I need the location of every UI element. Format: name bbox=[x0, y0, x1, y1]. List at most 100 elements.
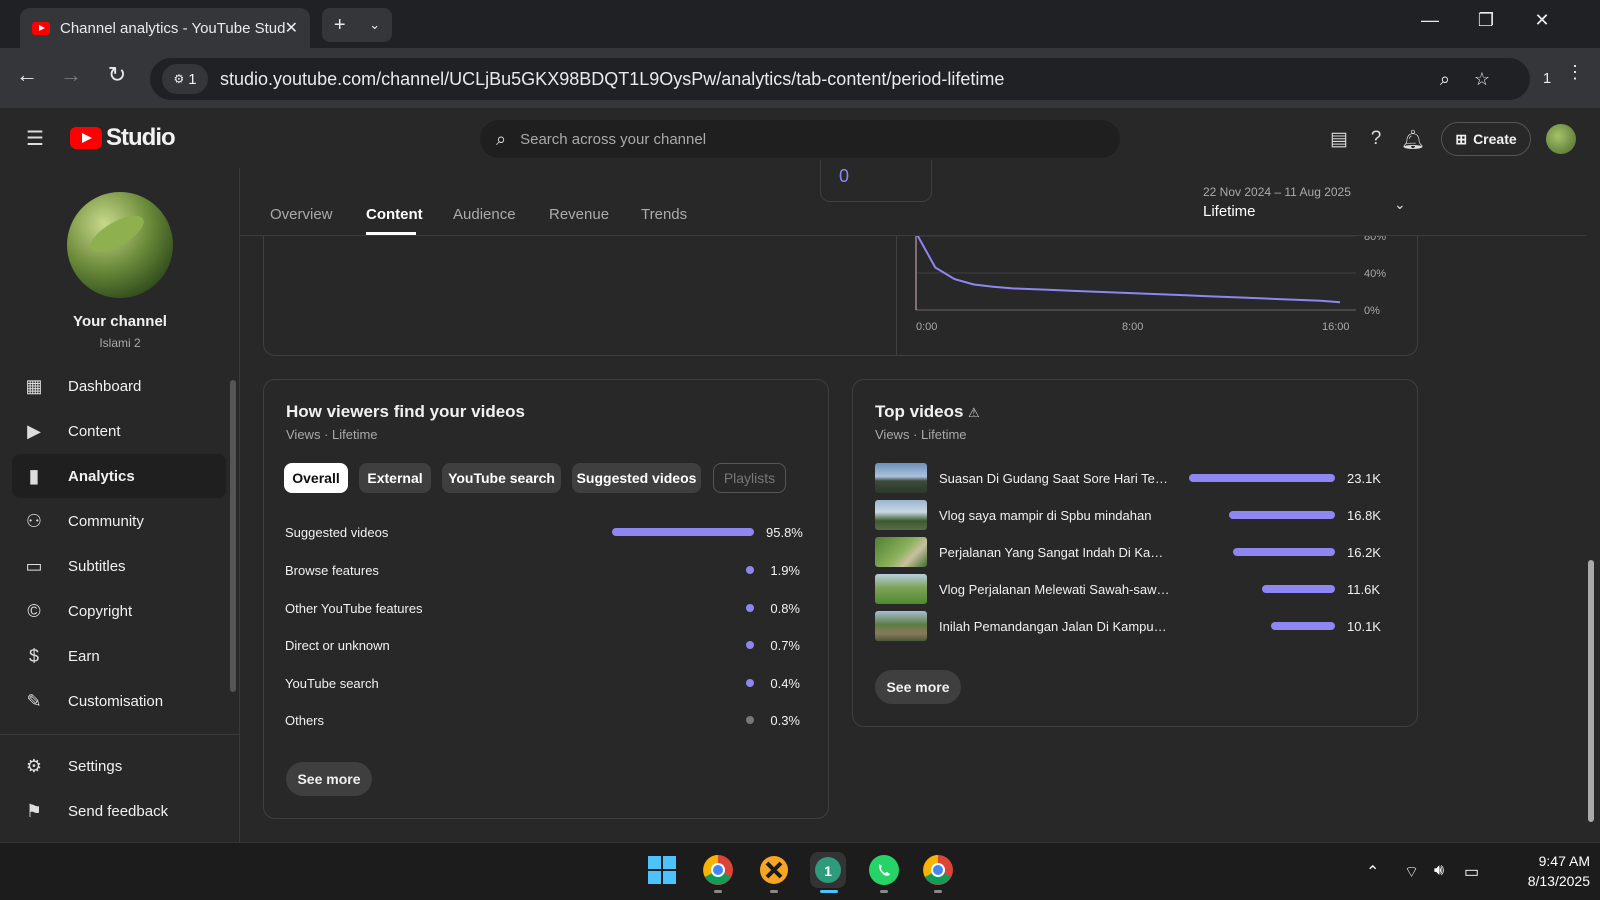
date-range-text: 22 Nov 2024 – 11 Aug 2025 bbox=[1203, 185, 1351, 199]
reload-icon[interactable]: ↻ bbox=[102, 62, 132, 88]
active-app-icon[interactable]: 1 bbox=[810, 852, 846, 888]
battery-icon[interactable]: ▭ bbox=[1464, 862, 1479, 882]
address-bar[interactable]: ⚙ 1 studio.youtube.com/channel/UCLjBu5GK… bbox=[150, 58, 1530, 100]
minimize-icon[interactable]: — bbox=[1410, 10, 1450, 31]
warning-icon[interactable]: ⚠ bbox=[968, 405, 980, 421]
chip-external[interactable]: External bbox=[359, 463, 431, 493]
video-bar-wrap bbox=[1171, 511, 1335, 519]
y-tick-40: 40% bbox=[1364, 268, 1386, 280]
sidebar-item-earn[interactable]: $ Earn bbox=[12, 634, 226, 678]
traffic-row[interactable]: YouTube search 0.4% bbox=[285, 673, 800, 693]
top-video-row[interactable]: Suasan Di Gudang Saat Sore Hari Terasa .… bbox=[875, 463, 1389, 493]
video-title: Inilah Pemandangan Jalan Di Kampung ... bbox=[939, 618, 1171, 634]
sidebar-scrollbar[interactable] bbox=[230, 380, 236, 692]
video-thumbnail bbox=[875, 574, 927, 604]
browser-menu-icon[interactable]: ⋮ bbox=[1560, 62, 1590, 83]
chrome-icon[interactable] bbox=[700, 852, 736, 888]
retention-card-divider bbox=[896, 236, 897, 356]
traffic-row-label: Browse features bbox=[285, 562, 379, 578]
show-hidden-icons-icon[interactable]: ⌃ bbox=[1366, 862, 1379, 882]
chip-playlists[interactable]: Playlists bbox=[713, 463, 786, 493]
subtitles-icon: ▭ bbox=[25, 555, 43, 576]
tab-search-icon[interactable]: ⌄ bbox=[369, 17, 380, 33]
wifi-icon[interactable]: ⌔ bbox=[1404, 862, 1419, 882]
url-text[interactable]: studio.youtube.com/channel/UCLjBu5GKX98B… bbox=[220, 69, 1004, 90]
partial-metric-card: 0 bbox=[820, 160, 932, 202]
new-tab-icon[interactable]: + bbox=[334, 14, 346, 37]
restore-icon[interactable]: ❐ bbox=[1466, 10, 1506, 31]
traffic-row-label: Suggested videos bbox=[285, 524, 389, 540]
traffic-row-pct: 1.9% bbox=[770, 562, 800, 578]
extension-count[interactable]: 1 bbox=[1532, 70, 1562, 87]
forward-icon[interactable]: → bbox=[56, 62, 86, 88]
chip-suggested-videos[interactable]: Suggested videos bbox=[572, 463, 701, 493]
clock[interactable]: 9:47 AM 8/13/2025 bbox=[1500, 851, 1590, 891]
chevron-down-icon[interactable]: ⌄ bbox=[1394, 196, 1406, 213]
chrome-profile-icon[interactable] bbox=[920, 852, 956, 888]
traffic-see-more-button[interactable]: See more bbox=[286, 762, 372, 796]
help-icon[interactable]: ? bbox=[1363, 128, 1389, 150]
back-icon[interactable]: ← bbox=[12, 62, 42, 88]
content-icon: ▶ bbox=[27, 420, 41, 441]
top-videos-see-more-button[interactable]: See more bbox=[875, 670, 961, 704]
retention-series-line bbox=[915, 232, 1341, 304]
date-period-select[interactable]: Lifetime bbox=[1203, 203, 1256, 220]
create-button[interactable]: ⊞ Create bbox=[1441, 122, 1531, 156]
studio-logo[interactable]: Studio bbox=[70, 124, 176, 152]
sidebar-item-customisation[interactable]: ✎ Customisation bbox=[12, 679, 226, 723]
tab-content[interactable]: Content bbox=[366, 206, 423, 223]
traffic-row[interactable]: Others 0.3% bbox=[285, 710, 800, 730]
windows-start-icon[interactable] bbox=[644, 852, 680, 888]
top-video-row[interactable]: Vlog saya mampir di Spbu mindahan 16.8K bbox=[875, 500, 1389, 530]
close-tab-icon[interactable]: ✕ bbox=[285, 18, 298, 38]
sidebar-item-subtitles[interactable]: ▭ Subtitles bbox=[12, 544, 226, 588]
site-info-button[interactable]: ⚙ 1 bbox=[162, 64, 208, 94]
tab-trends[interactable]: Trends bbox=[641, 206, 687, 223]
sidebar-item-analytics[interactable]: ▮ Analytics bbox=[12, 454, 226, 498]
traffic-dot bbox=[746, 566, 754, 574]
main-scrollbar[interactable] bbox=[1588, 560, 1594, 822]
search-input[interactable]: ⌕ Search across your channel bbox=[480, 120, 1120, 158]
messages-icon[interactable]: ▤ bbox=[1326, 128, 1352, 151]
notifications-bell-icon[interactable]: 🔔︎ bbox=[1400, 128, 1426, 152]
sidebar-item-label: Content bbox=[68, 422, 121, 440]
close-window-icon[interactable]: ✕ bbox=[1522, 10, 1562, 31]
traffic-row[interactable]: Browse features 1.9% bbox=[285, 560, 800, 580]
zoom-icon[interactable]: ⌕ bbox=[1440, 69, 1450, 90]
chip-youtube-search[interactable]: YouTube search bbox=[442, 463, 561, 493]
sidebar-item-content[interactable]: ▶ Content bbox=[12, 409, 226, 453]
sidebar-item-label: Earn bbox=[68, 647, 100, 665]
create-label: Create bbox=[1473, 131, 1517, 147]
sidebar-item-send-feedback[interactable]: ⚑ Send feedback bbox=[12, 789, 226, 833]
tab-audience[interactable]: Audience bbox=[453, 206, 516, 223]
traffic-row-pct: 0.3% bbox=[770, 712, 800, 728]
account-avatar[interactable] bbox=[1546, 124, 1576, 154]
top-video-row[interactable]: Inilah Pemandangan Jalan Di Kampung ... … bbox=[875, 611, 1389, 641]
sidebar-item-copyright[interactable]: © Copyright bbox=[12, 589, 226, 633]
chip-overall[interactable]: Overall bbox=[284, 463, 348, 493]
top-video-row[interactable]: Vlog Perjalanan Melewati Sawah-sawah ...… bbox=[875, 574, 1389, 604]
bookmark-star-icon[interactable]: ☆ bbox=[1474, 69, 1490, 90]
hamburger-menu-icon[interactable]: ☰ bbox=[22, 126, 48, 151]
capcut-app-icon[interactable] bbox=[756, 852, 792, 888]
traffic-row[interactable]: Other YouTube features 0.8% bbox=[285, 598, 800, 618]
browser-tab[interactable]: Channel analytics - YouTube Studio ✕ bbox=[20, 8, 310, 48]
video-title: Vlog Perjalanan Melewati Sawah-sawah ... bbox=[939, 581, 1171, 597]
traffic-row-pct: 0.7% bbox=[770, 637, 800, 653]
sidebar-item-settings[interactable]: ⚙ Settings bbox=[12, 744, 226, 788]
traffic-row[interactable]: Suggested videos 95.8% bbox=[285, 522, 803, 542]
sidebar-item-dashboard[interactable]: ▦ Dashboard bbox=[12, 364, 226, 408]
sidebar-item-community[interactable]: ⚇ Community bbox=[12, 499, 226, 543]
top-video-row[interactable]: Perjalanan Yang Sangat Indah Di Kampu...… bbox=[875, 537, 1389, 567]
channel-avatar[interactable] bbox=[67, 192, 173, 298]
traffic-card-subtitle: Views · Lifetime bbox=[286, 427, 378, 442]
traffic-row-pct: 0.4% bbox=[770, 675, 800, 691]
tab-revenue[interactable]: Revenue bbox=[549, 206, 609, 223]
volume-icon[interactable]: 🔊︎ bbox=[1434, 862, 1444, 880]
tab-overview[interactable]: Overview bbox=[270, 206, 333, 223]
traffic-row[interactable]: Direct or unknown 0.7% bbox=[285, 635, 800, 655]
traffic-row-pct: 0.8% bbox=[770, 600, 800, 616]
retention-chart: 80% 40% 0% 0:00 8:00 16:00 bbox=[915, 232, 1386, 333]
video-bar bbox=[1271, 622, 1335, 630]
whatsapp-icon[interactable] bbox=[866, 852, 902, 888]
